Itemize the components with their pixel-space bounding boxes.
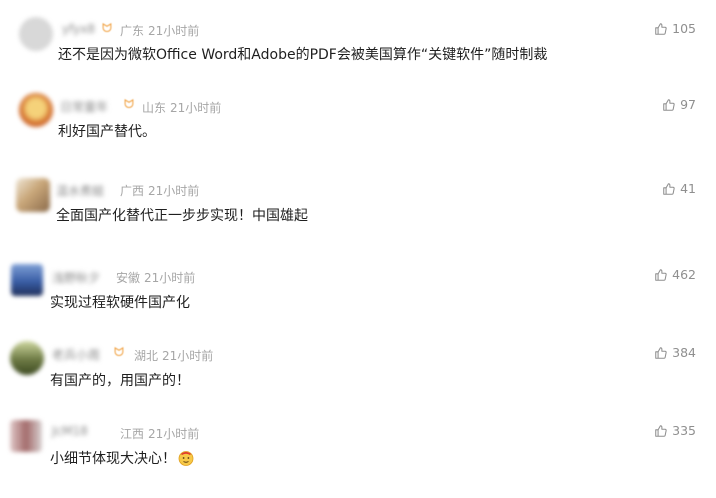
comment-text: 利好国产替代。	[58, 124, 156, 140]
username[interactable]: yfyx8	[62, 22, 95, 36]
like-count: 41	[680, 181, 696, 196]
comment-text: 全面国产化替代正一步步实现！中国雄起	[56, 208, 308, 224]
comment-meta: 安徽 21小时前	[116, 269, 199, 286]
thumbs-up-icon	[663, 98, 675, 111]
timestamp: 21小时前	[144, 271, 196, 285]
timestamp: 21小时前	[148, 184, 200, 198]
thumbs-up-icon	[663, 182, 675, 195]
location: 湖北	[134, 349, 159, 363]
avatar[interactable]	[16, 178, 50, 212]
timestamp: 21小时前	[148, 24, 200, 38]
comment-meta: 江西 21小时前	[120, 425, 203, 442]
like-count: 105	[672, 21, 696, 36]
comment-text: 小细节体现大决心！	[50, 448, 194, 468]
location: 安徽	[116, 271, 141, 285]
comment-item: 温水煮蛙 广西 21小时前 全面国产化替代正一步步实现！中国雄起 41	[0, 164, 716, 244]
location: 江西	[120, 427, 145, 441]
like-button[interactable]: 41	[662, 181, 696, 196]
like-button[interactable]: 462	[654, 267, 696, 282]
badge-icon: ᗢ	[114, 345, 124, 359]
comment-text-content: 小细节体现大决心！	[50, 451, 176, 467]
badge-icon: ᗢ	[124, 97, 134, 111]
avatar[interactable]	[11, 264, 43, 296]
comment-text: 实现过程软硬件国产化	[50, 295, 190, 311]
comment-item: JcM18 江西 21小时前 小细节体现大决心！ 335	[0, 406, 716, 486]
timestamp: 21小时前	[148, 427, 200, 441]
determined-face-emoji-icon	[178, 451, 194, 466]
avatar[interactable]	[19, 93, 53, 127]
comment-meta: 广东 21小时前	[120, 22, 203, 39]
like-count: 97	[680, 97, 696, 112]
thumbs-up-icon	[655, 22, 667, 35]
like-button[interactable]: 105	[654, 21, 696, 36]
thumbs-up-icon	[655, 268, 667, 281]
location: 山东	[142, 101, 167, 115]
like-count: 335	[672, 423, 696, 438]
location: 广东	[120, 24, 145, 38]
comment-meta: 山东 21小时前	[142, 99, 225, 116]
comment-meta: 湖北 21小时前	[134, 347, 217, 364]
avatar[interactable]	[19, 17, 53, 51]
like-count: 384	[672, 345, 696, 360]
thumbs-up-icon	[655, 346, 667, 359]
username[interactable]: JcM18	[52, 424, 88, 438]
badge-icon: ᗢ	[102, 21, 112, 35]
username[interactable]: 老兵小周	[52, 346, 100, 363]
comment-item: 日常童年 ᗢ 山东 21小时前 利好国产替代。 97	[0, 80, 716, 160]
username[interactable]: 日常童年	[60, 98, 108, 115]
like-button[interactable]: 335	[654, 423, 696, 438]
comment-item: 浅野秋夕 安徽 21小时前 实现过程软硬件国产化 462	[0, 250, 716, 330]
thumbs-up-icon	[655, 424, 667, 437]
comment-item: yfyx8 ᗢ 广东 21小时前 还不是因为微软Office Word和Adobe…	[0, 0, 716, 80]
comment-text: 还不是因为微软Office Word和Adobe的PDF会被美国算作“关键软件”…	[58, 47, 548, 63]
comment-item: 老兵小周 ᗢ 湖北 21小时前 有国产的，用国产的！ 384	[0, 328, 716, 408]
like-count: 462	[672, 267, 696, 282]
username[interactable]: 浅野秋夕	[52, 269, 100, 286]
timestamp: 21小时前	[162, 349, 214, 363]
timestamp: 21小时前	[170, 101, 222, 115]
username[interactable]: 温水煮蛙	[56, 182, 104, 199]
avatar[interactable]	[10, 420, 42, 452]
comment-meta: 广西 21小时前	[120, 182, 203, 199]
avatar[interactable]	[10, 341, 44, 375]
location: 广西	[120, 184, 145, 198]
like-button[interactable]: 97	[662, 97, 696, 112]
like-button[interactable]: 384	[654, 345, 696, 360]
comment-text: 有国产的，用国产的！	[50, 373, 190, 389]
